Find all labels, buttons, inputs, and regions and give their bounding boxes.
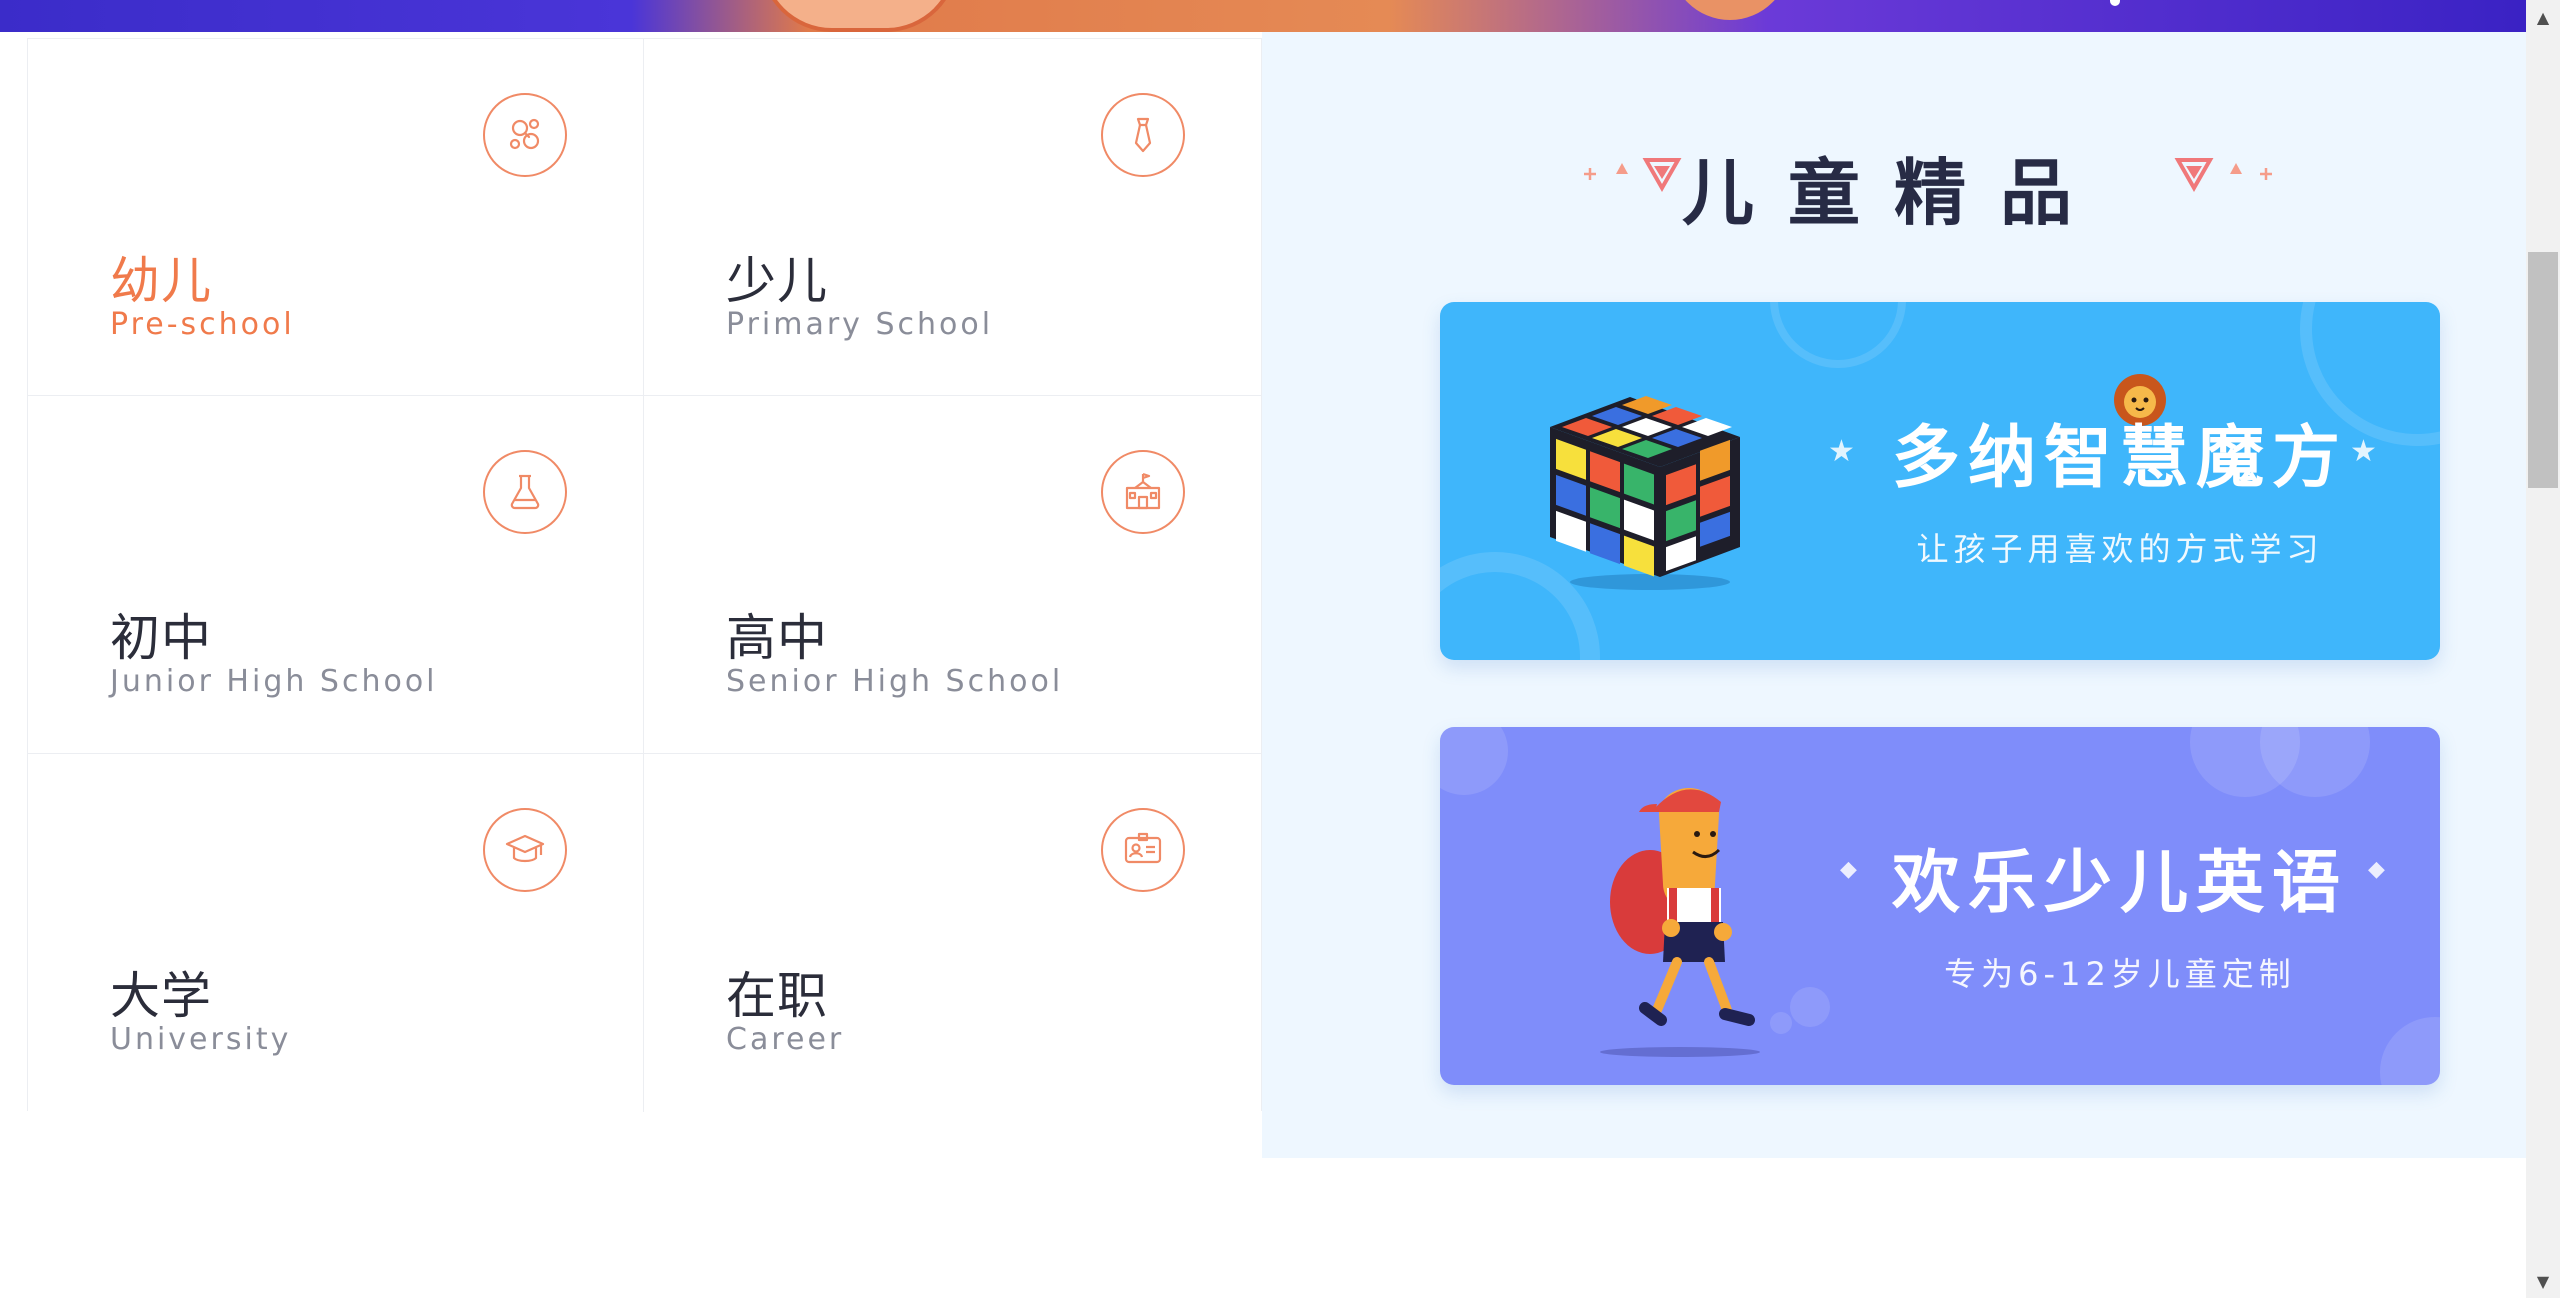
card-title: 欢乐少儿英语	[1891, 844, 2348, 923]
flask-icon	[483, 450, 567, 534]
grade-item-junior-high[interactable]: 初中 Junior High School	[28, 396, 644, 754]
grade-label-cn: 高中	[726, 609, 828, 667]
grade-item-career[interactable]: 在职 Career	[644, 754, 1261, 1112]
title-decoration-right-icon	[2174, 150, 2284, 200]
card-subtitle: 专为6-12岁儿童定制	[1944, 955, 2296, 993]
card-decoration	[1440, 727, 1508, 795]
grade-category-grid: 幼儿 Pre-school 少儿 Primary School 初中 Junio…	[27, 38, 1262, 1112]
scroll-thumb[interactable]	[2528, 252, 2558, 488]
graduation-cap-icon	[483, 808, 567, 892]
promo-card-cube[interactable]: ★ ★ 多纳智慧魔方 让孩子用喜欢的方式学习	[1440, 302, 2440, 660]
grade-item-senior-high[interactable]: 高中 Senior High School	[644, 396, 1261, 754]
grade-label-en: Junior High School	[110, 664, 438, 699]
card-decoration	[2380, 1017, 2440, 1085]
grade-label-en: Pre-school	[110, 307, 295, 342]
card-subtitle: 让孩子用喜欢的方式学习	[1916, 530, 2324, 568]
banner-illustration	[760, 0, 958, 32]
grade-label-cn: 在职	[726, 967, 828, 1025]
necktie-icon	[1101, 93, 1185, 177]
card-decoration	[1770, 302, 1906, 368]
school-building-icon	[1101, 450, 1185, 534]
section-title: 儿童精品	[1681, 151, 2106, 235]
pacifier-icon	[483, 93, 567, 177]
card-title: 多纳智慧魔方	[1891, 419, 2348, 498]
rubiks-cube-icon	[1540, 377, 1760, 601]
grade-item-primary[interactable]: 少儿 Primary School	[644, 39, 1261, 396]
id-card-icon	[1101, 808, 1185, 892]
scrollbar[interactable]: ▲ ▼	[2526, 0, 2560, 1298]
grade-label-cn: 少儿	[726, 252, 828, 310]
promo-card-english[interactable]: ◆ ◆ 欢乐少儿英语 专为6-12岁儿童定制	[1440, 727, 2440, 1085]
grade-label-en: Senior High School	[726, 664, 1064, 699]
banner-carousel-dot[interactable]	[2110, 0, 2120, 6]
grade-label-cn: 幼儿	[110, 252, 212, 310]
grade-label-en: Career	[726, 1022, 845, 1057]
grade-item-university[interactable]: 大学 University	[28, 754, 644, 1112]
scroll-down-arrow-icon[interactable]: ▼	[2526, 1264, 2560, 1298]
grade-item-preschool[interactable]: 幼儿 Pre-school	[28, 39, 644, 396]
grade-label-en: Primary School	[726, 307, 994, 342]
grade-label-cn: 初中	[110, 609, 212, 667]
walking-kid-icon	[1585, 762, 1775, 1066]
grade-label-en: University	[110, 1022, 292, 1057]
banner-illustration-shape	[1670, 0, 1790, 20]
scroll-up-arrow-icon[interactable]: ▲	[2526, 0, 2560, 34]
grade-label-cn: 大学	[110, 967, 212, 1025]
top-banner[interactable]	[0, 0, 2526, 32]
featured-panel: 儿童精品 ★ ★ 多纳智慧魔方 让孩子用喜欢的方式学习 ◆ ◆ 欢乐少儿英语 专…	[1262, 32, 2526, 1158]
